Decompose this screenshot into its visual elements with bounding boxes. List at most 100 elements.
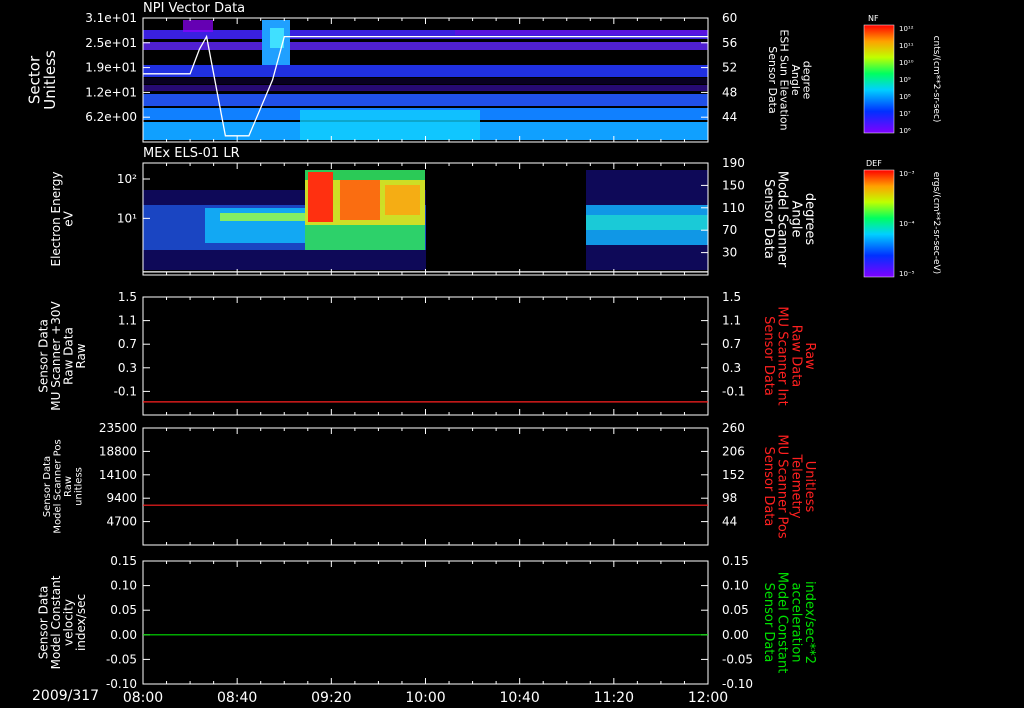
x-tick-label: 08:00 — [123, 690, 163, 706]
y-tick-label-left: 6.2e+00 — [85, 110, 137, 124]
y-tick-label-right: 30 — [722, 246, 737, 260]
left-axis-label-line: eV — [62, 210, 76, 226]
date-label: 2009/317 — [32, 688, 100, 704]
colorbar-tick-label: 10⁸ — [899, 93, 911, 101]
right-axis-label-line: Sensor Data — [761, 179, 776, 259]
y-tick-label-left: -0.1 — [114, 384, 137, 398]
right-axis-label-line: Angle — [788, 201, 803, 238]
y-tick-label-right: 0.00 — [722, 628, 749, 642]
y-tick-label-right: 52 — [722, 61, 737, 75]
panel-frame — [142, 427, 709, 546]
right-axis-label-line: Unitless — [802, 461, 817, 513]
npi-panel-title: NPI Vector Data — [143, 1, 246, 16]
y-tick-label-left: 0.3 — [118, 361, 137, 375]
colorbar-tick-label: 10¹¹ — [899, 42, 914, 50]
x-tick-label: 08:40 — [217, 690, 257, 706]
y-tick-label-right: -0.05 — [722, 652, 753, 666]
y-tick-label-left: 18800 — [99, 444, 137, 458]
y-tick-label-right: -0.10 — [722, 677, 753, 691]
colorbar-nf-title: NF — [868, 14, 879, 23]
y-tick-label-left: 1.1 — [118, 314, 137, 328]
left-axis-label-line: Model Scanner Pos — [52, 439, 63, 533]
y-tick-label-left: 1.5 — [118, 290, 137, 304]
left-axis-label-line: Raw — [74, 343, 88, 368]
y-tick-label-left: 2.5e+01 — [85, 36, 137, 50]
y-tick-label-left: 0.05 — [110, 603, 137, 617]
y-tick-label-left: 0.00 — [110, 628, 137, 642]
y-tick-label-right: 150 — [722, 178, 745, 192]
left-axis-label: Sensor DataMU Scanner +30VRaw DataRaw — [36, 301, 88, 411]
y-tick-label-left: 4700 — [106, 515, 137, 529]
y-tick-label-left: 0.7 — [118, 337, 137, 351]
colorbar-tick-label: 10⁻³ — [899, 170, 915, 178]
trace-lines — [143, 401, 708, 636]
left-axis-label-line: unitless — [73, 467, 84, 506]
y-tick-label-right: 190 — [722, 156, 745, 170]
y-tick-label-right: 152 — [722, 468, 745, 482]
right-axis-label-line: Sensor Data — [761, 447, 776, 527]
colorbar-unit-label: ergs/(cm**2-sr-sec-eV) — [931, 172, 941, 274]
y-tick-label-left: -0.10 — [106, 677, 137, 691]
y-tick-label-right: 0.3 — [722, 361, 741, 375]
colorbar-unit-label: cnts/(cm**2-sr-sec) — [931, 36, 941, 123]
els-heatmap — [143, 170, 708, 270]
y-tick-label-left: -0.05 — [106, 652, 137, 666]
right-axis-label-line: ESH Sun Elevation — [777, 29, 790, 130]
y-tick-label-right: 44 — [722, 515, 737, 529]
panel-els — [143, 170, 708, 273]
y-tick-label-left: 14100 — [99, 468, 137, 482]
right-axis-label-line: acceleration — [788, 582, 803, 662]
colorbar-tick-label: 10⁶ — [899, 127, 911, 135]
right-axis-label: Sensor DataMU Scanner PosTelemetryUnitle… — [761, 434, 817, 539]
panel-frame — [142, 296, 709, 416]
colorbar-tick-label: 10⁹ — [899, 76, 911, 84]
right-axis-label-line: MU Scanner Int — [775, 306, 790, 405]
right-axis-label-line: Model Constant — [775, 572, 790, 674]
y-tick-label-right: 110 — [722, 201, 745, 215]
y-tick-label-right: 56 — [722, 36, 737, 50]
colorbar-unit: ergs/(cm**2-sr-sec-eV) — [931, 172, 941, 274]
x-tick-label: 11:20 — [594, 690, 634, 706]
right-axis-label: Sensor DataMU Scanner IntRaw DataRaw — [761, 306, 817, 405]
right-axis-label-line: Sensor Data — [761, 316, 776, 396]
colorbar-tick-label: 10⁷ — [899, 110, 911, 118]
y-tick-label-right: -0.1 — [722, 384, 745, 398]
right-axis-label: Sensor DataModel Constantaccelerationind… — [761, 572, 817, 674]
y-tick-label-right: 70 — [722, 223, 737, 237]
left-axis-label: Electron EnergyeV — [49, 171, 76, 266]
right-axis-label-line: Raw — [802, 342, 817, 370]
y-tick-label-right: 48 — [722, 85, 737, 99]
x-tick-label: 10:40 — [499, 690, 539, 706]
colorbar-def-title: DEF — [866, 159, 882, 168]
colorbar-tick-label: 10⁻⁴ — [899, 220, 915, 228]
y-tick-label-left: 0.15 — [110, 554, 137, 568]
y-tick-label-left: 3.1e+01 — [85, 11, 137, 25]
left-axis-label-line: index/sec — [74, 594, 88, 651]
y-tick-label-right: 0.15 — [722, 554, 749, 568]
panel-frame — [142, 560, 709, 685]
right-axis-label-line: Sensor Data — [761, 583, 776, 663]
y-tick-label-right: 1.1 — [722, 314, 741, 328]
els-panel-title: MEx ELS-01 LR — [143, 146, 240, 161]
right-axis-label-line: Telemetry — [788, 453, 803, 518]
y-tick-label-left: 1.9e+01 — [85, 61, 137, 75]
y-tick-label-right: 1.5 — [722, 290, 741, 304]
right-axis-label-line: MU Scanner Pos — [775, 434, 790, 539]
right-axis-label-line: index/sec**2 — [802, 581, 817, 664]
right-axis-label-line: Model Scanner — [775, 171, 790, 268]
right-axis-label-line: Angle — [789, 64, 802, 96]
x-tick-label: 10:00 — [405, 690, 445, 706]
colorbar-def — [863, 169, 895, 278]
y-tick-label-right: 44 — [722, 110, 737, 124]
y-tick-label-right: 260 — [722, 421, 745, 435]
y-tick-label-right: 60 — [722, 11, 737, 25]
y-tick-label-right: 0.7 — [722, 337, 741, 351]
panel-npi — [143, 18, 708, 142]
left-axis-label: SectorUnitless — [25, 50, 59, 110]
right-axis-label: Sensor DataModel ScannerAngledegrees — [761, 171, 817, 268]
y-tick-label-right: 206 — [722, 444, 745, 458]
right-axis-label: Sensor DataESH Sun ElevationAngledegree — [766, 29, 814, 130]
y-tick-label-right: 0.10 — [722, 579, 749, 593]
colorbar-unit: cnts/(cm**2-sr-sec) — [931, 36, 941, 123]
colorbar-tick-label: 10¹² — [899, 25, 914, 33]
